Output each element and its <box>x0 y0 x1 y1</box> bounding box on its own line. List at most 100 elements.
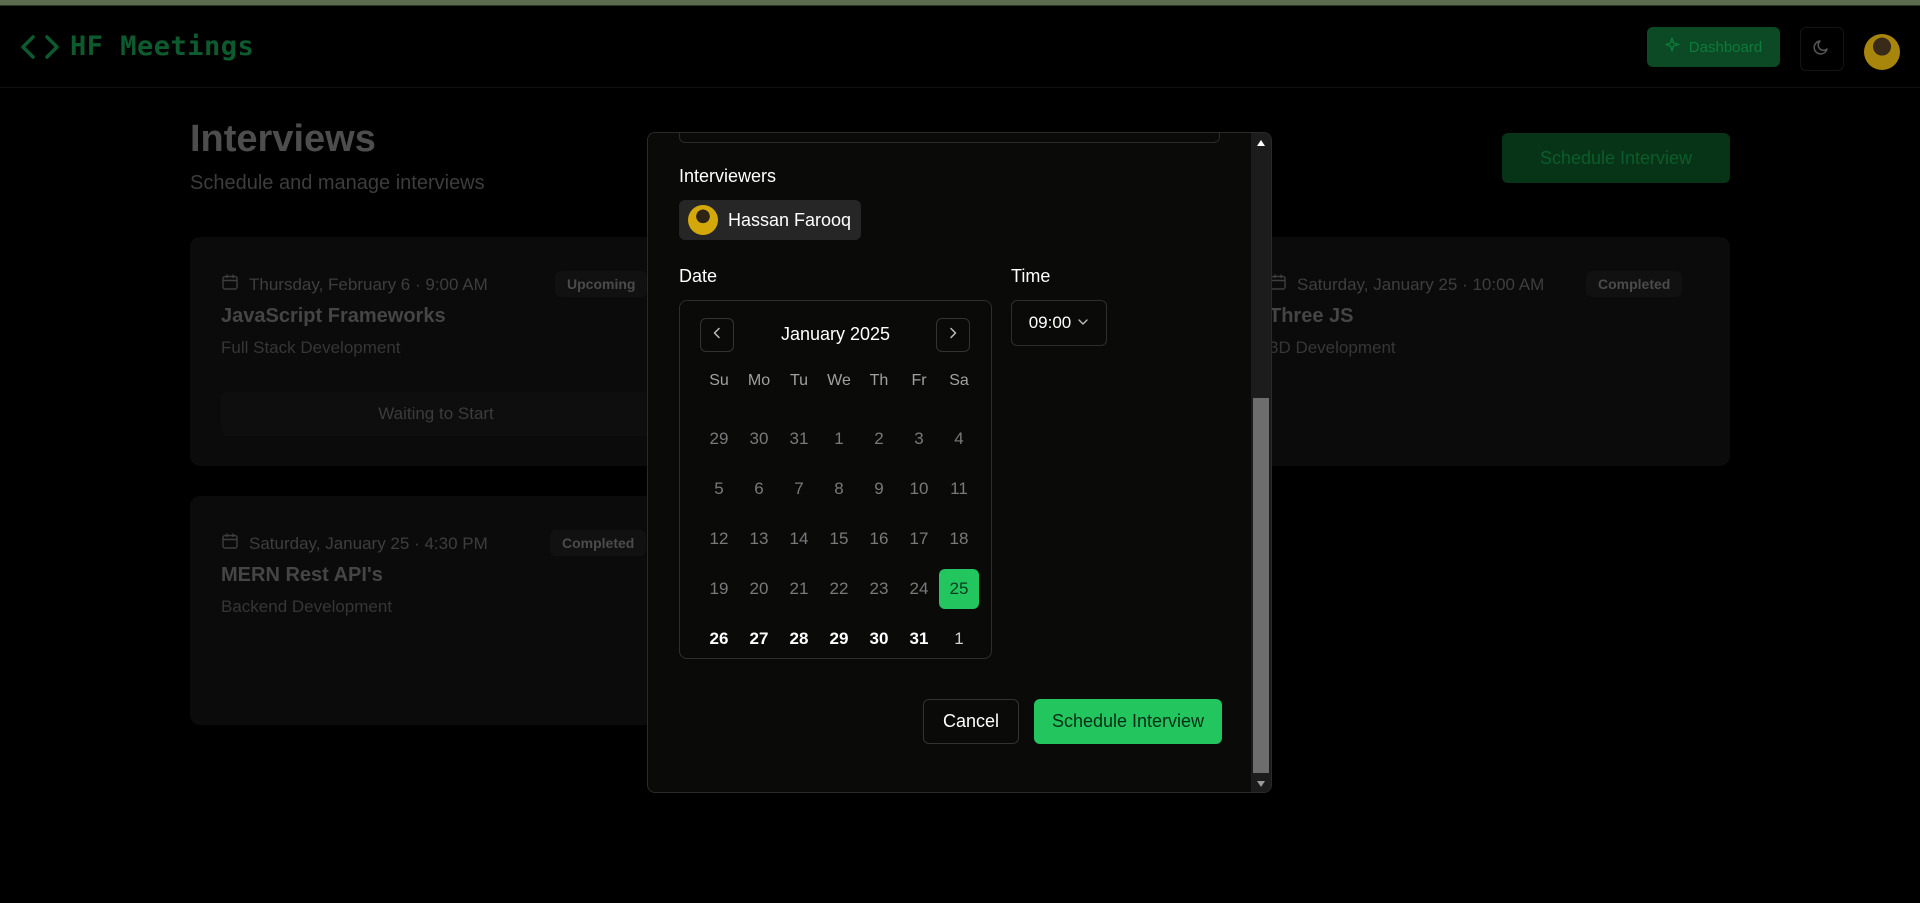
scrollbar-thumb[interactable] <box>1253 398 1269 773</box>
time-label: Time <box>1011 266 1051 286</box>
calendar-day[interactable]: 18 <box>939 514 979 564</box>
calendar-day-number: 17 <box>909 529 929 548</box>
user-avatar[interactable] <box>1864 34 1900 70</box>
calendar-day[interactable]: 1 <box>819 414 859 464</box>
calendar-day[interactable]: 19 <box>699 564 739 614</box>
calendar-day[interactable]: 16 <box>859 514 899 564</box>
calendar-day[interactable]: 31 <box>779 414 819 464</box>
calendar-day[interactable]: 20 <box>739 564 779 614</box>
calendar-day-number: 30 <box>749 429 769 448</box>
logo[interactable]: HF Meetings <box>20 31 254 62</box>
calendar-day[interactable]: 4 <box>939 414 979 464</box>
calendar-day-number: 29 <box>829 629 849 648</box>
calendar-day[interactable]: 22 <box>819 564 859 614</box>
calendar-day[interactable]: 17 <box>899 514 939 564</box>
calendar-day[interactable]: 5 <box>699 464 739 514</box>
calendar-day[interactable]: 8 <box>819 464 859 514</box>
chevron-right-icon <box>947 326 959 344</box>
calendar-day[interactable]: 31 <box>899 614 939 664</box>
scroll-up-arrow-icon[interactable] <box>1251 135 1271 151</box>
time-select[interactable]: 09:00 <box>1011 300 1107 346</box>
calendar-day-number: 24 <box>909 579 929 598</box>
calendar-day[interactable]: 29 <box>699 414 739 464</box>
calendar-day-number: 28 <box>789 629 809 648</box>
theme-toggle-button[interactable] <box>1800 27 1844 71</box>
calendar-day[interactable]: 28 <box>779 614 819 664</box>
code-brackets-icon <box>20 33 60 61</box>
interviewer-name: Hassan Farooq <box>728 209 852 230</box>
calendar-day[interactable]: 30 <box>859 614 899 664</box>
calendar-day-number: 2 <box>874 429 884 448</box>
interview-card[interactable]: Saturday, January 25 · 4:30 PM Completed… <box>190 496 690 725</box>
card-title: Three JS <box>1269 305 1354 327</box>
calendar-day-number: 4 <box>954 429 964 448</box>
calendar-day[interactable]: 26 <box>699 614 739 664</box>
weekday-header: Sa <box>949 372 969 389</box>
calendar-day-number: 6 <box>754 479 764 498</box>
calendar-day-number: 30 <box>869 629 889 648</box>
calendar-day[interactable]: 13 <box>739 514 779 564</box>
dialog-scroll-content: Interviewers Hassan Farooq Date Time Jan… <box>648 133 1251 792</box>
weekday-header: Th <box>869 372 889 389</box>
time-value: 09:00 <box>1028 313 1072 332</box>
calendar-day[interactable]: 30 <box>739 414 779 464</box>
navbar: HF Meetings Dashboard <box>0 6 1920 88</box>
calendar-day[interactable]: 7 <box>779 464 819 514</box>
calendar-day[interactable]: 6 <box>739 464 779 514</box>
calendar-day-number: 10 <box>909 479 929 498</box>
date-label: Date <box>679 266 718 286</box>
schedule-interview-button[interactable]: Schedule Interview <box>1034 699 1222 744</box>
card-date-text: Saturday, January 25 · 10:00 AM <box>1297 274 1545 294</box>
status-badge: Completed <box>1586 271 1683 297</box>
calendar-day-number: 29 <box>709 429 729 448</box>
card-date-text: Thursday, February 6 · 9:00 AM <box>249 274 488 294</box>
calendar-day[interactable]: 10 <box>899 464 939 514</box>
calendar-day[interactable]: 15 <box>819 514 859 564</box>
calendar-day-number: 26 <box>709 629 729 648</box>
calendar-day-number: 23 <box>869 579 889 598</box>
calendar-day-number: 5 <box>714 479 724 498</box>
scroll-down-arrow-icon[interactable] <box>1251 776 1271 792</box>
calendar-day-number: 1 <box>834 429 844 448</box>
card-title: JavaScript Frameworks <box>221 305 446 327</box>
waiting-to-start-button[interactable]: Waiting to Start <box>221 392 651 436</box>
card-subtitle: Full Stack Development <box>221 338 401 357</box>
calendar-day[interactable]: 12 <box>699 514 739 564</box>
calendar-day[interactable]: 3 <box>899 414 939 464</box>
card-date: Saturday, January 25 · 4:30 PM <box>221 532 488 555</box>
calendar-day[interactable]: 21 <box>779 564 819 614</box>
calendar-day-number: 22 <box>829 579 849 598</box>
dashboard-button[interactable]: Dashboard <box>1647 27 1780 67</box>
interview-card[interactable]: Saturday, January 25 · 10:00 AM Complete… <box>1240 237 1730 466</box>
card-subtitle: Backend Development <box>221 597 393 616</box>
calendar-day[interactable]: 14 <box>779 514 819 564</box>
date-calendar: January 2025 Su Mo Tu We Th Fr Sa 29 30 31 1 2 3 4 5 6 7… <box>679 300 992 659</box>
schedule-interview-page-button[interactable]: Schedule Interview <box>1502 133 1730 183</box>
weekday-header: Mo <box>747 372 771 389</box>
next-month-button[interactable] <box>936 318 970 352</box>
calendar-day-number: 31 <box>789 429 809 448</box>
calendar-day-number: 11 <box>950 479 968 498</box>
calendar-day[interactable]: 1 <box>939 614 979 664</box>
logo-text: HF Meetings <box>70 31 255 62</box>
calendar-day[interactable]: 24 <box>899 564 939 614</box>
cancel-button[interactable]: Cancel <box>923 699 1019 744</box>
dialog-scrollbar[interactable] <box>1251 133 1271 792</box>
calendar-day-number: 18 <box>949 529 969 548</box>
calendar-day[interactable]: 27 <box>739 614 779 664</box>
chevron-down-icon <box>1077 313 1089 333</box>
calendar-day[interactable]: 2 <box>859 414 899 464</box>
page-title: Interviews <box>190 118 376 160</box>
calendar-day-number: 14 <box>789 529 809 548</box>
weekday-header: We <box>827 372 851 389</box>
interviewer-chip[interactable]: Hassan Farooq <box>679 200 862 240</box>
calendar-day[interactable]: 11 <box>939 464 979 514</box>
calendar-grid: Su Mo Tu We Th Fr Sa 29 30 31 1 2 3 4 5 6 7 8 9 10 11 12 13 14 1… <box>699 364 979 664</box>
card-date: Thursday, February 6 · 9:00 AM <box>221 273 488 296</box>
calendar-day[interactable]: 29 <box>819 614 859 664</box>
calendar-day[interactable]: 9 <box>859 464 899 514</box>
calendar-day-selected[interactable]: 25 <box>939 564 979 614</box>
previous-field-edge[interactable] <box>679 133 1220 143</box>
calendar-day[interactable]: 23 <box>859 564 899 614</box>
interview-card[interactable]: Thursday, February 6 · 9:00 AM Upcoming … <box>190 237 690 466</box>
